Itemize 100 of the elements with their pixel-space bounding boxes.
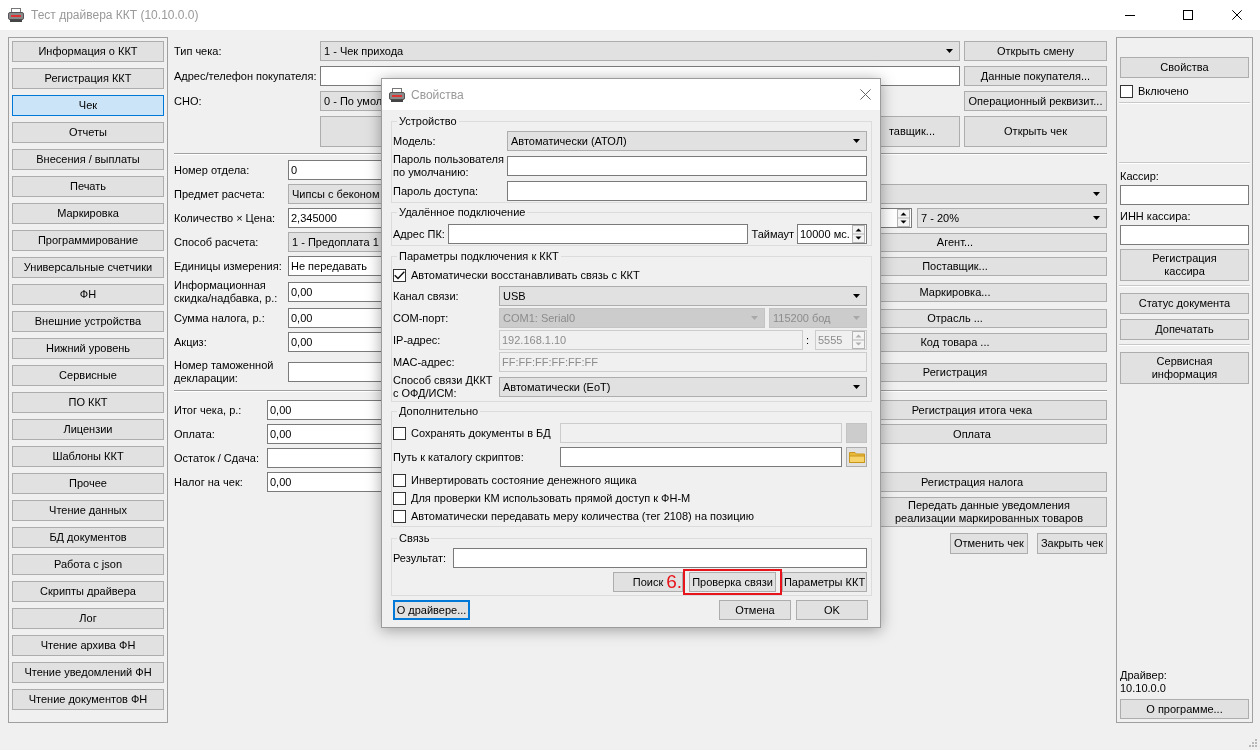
checkbox-label: Автоматически передавать меру количества (тег 2108) на позицию: [411, 509, 754, 523]
field-label: Пароль пользователя по умолчанию:: [393, 153, 505, 179]
field-label: Канал связи:: [393, 289, 460, 303]
checkbox[interactable]: [393, 268, 406, 282]
sidebar-item[interactable]: Нижний уровень: [12, 338, 164, 359]
action-button[interactable]: Допечатать: [1120, 319, 1249, 340]
checkbox[interactable]: [393, 473, 406, 487]
field-label: Кассир:: [1120, 170, 1160, 183]
input-field[interactable]: [453, 548, 867, 568]
driver-label: Драйвер:: [1120, 669, 1168, 682]
checkbox-label: Инвертировать состояние денежного ящика: [411, 473, 637, 487]
sidebar-item[interactable]: Печать: [12, 176, 164, 197]
dropdown-arrow-icon: [751, 316, 758, 320]
checkbox-label: Для проверки КМ использовать прямой доступ к ФН-М: [411, 491, 691, 505]
spin-arrows-icon[interactable]: [897, 209, 910, 227]
sidebar-item[interactable]: Прочее: [12, 473, 164, 494]
group-title: Удалённое подключение: [397, 205, 528, 219]
action-button[interactable]: Операционный реквизит...: [964, 91, 1107, 111]
input-field[interactable]: [507, 156, 867, 176]
sidebar-item[interactable]: Внешние устройства: [12, 311, 164, 332]
action-button[interactable]: Сервисная информация: [1120, 352, 1249, 384]
action-button[interactable]: Проверка связи: [689, 572, 776, 592]
close-icon[interactable]: [1232, 10, 1242, 20]
resize-grip-icon[interactable]: [1249, 739, 1257, 747]
checkbox[interactable]: [1120, 84, 1133, 98]
sidebar-item[interactable]: Программирование: [12, 230, 164, 251]
group-title: Связь: [397, 531, 432, 545]
field-label: ИНН кассира:: [1120, 210, 1192, 223]
sidebar-item[interactable]: Чтение архива ФН: [12, 635, 164, 656]
dropdown-arrow-icon: [1093, 192, 1100, 196]
action-button[interactable]: Открыть чек: [964, 116, 1107, 147]
action-button[interactable]: Регистрация кассира: [1120, 249, 1249, 281]
sidebar-item[interactable]: ПО ККТ: [12, 392, 164, 413]
dropdown[interactable]: Автоматически (EoT): [499, 377, 867, 397]
group-title: Дополнительно: [397, 404, 481, 418]
field-label: Сумма налога, р.:: [174, 311, 266, 325]
step-number: 6.: [666, 572, 682, 592]
about-button[interactable]: О программе...: [1120, 699, 1249, 719]
sidebar-item[interactable]: Работа с json: [12, 554, 164, 575]
check-icon: [394, 270, 405, 280]
action-button[interactable]: Данные покупателя...: [964, 66, 1107, 86]
sidebar-item[interactable]: Чек: [12, 95, 164, 116]
field-label: IP-адрес:: [393, 333, 442, 347]
dropdown-arrow-icon: [853, 316, 860, 320]
spin-field[interactable]: 10000 мс.: [797, 224, 867, 244]
driver-version: 10.10.0.0: [1120, 682, 1167, 695]
input-field[interactable]: [1120, 185, 1249, 205]
sidebar-item[interactable]: Скрипты драйвера: [12, 581, 164, 602]
field-label: Номер отдела:: [174, 163, 251, 177]
sidebar-item[interactable]: Отчеты: [12, 122, 164, 143]
action-button[interactable]: Отмена: [719, 600, 791, 620]
printer-icon: [389, 87, 405, 102]
action-button[interactable]: OK: [796, 600, 868, 620]
sidebar-item[interactable]: Чтение уведомлений ФН: [12, 662, 164, 683]
input-field[interactable]: [560, 447, 842, 467]
action-button[interactable]: Открыть смену: [964, 41, 1107, 61]
dropdown[interactable]: 1 - Чек прихода: [320, 41, 960, 61]
separator-text: :: [805, 333, 809, 347]
minimize-icon[interactable]: [1125, 14, 1135, 16]
sidebar-item[interactable]: Внесения / выплаты: [12, 149, 164, 170]
maximize-icon[interactable]: [1183, 10, 1193, 20]
group-title: Устройство: [397, 114, 459, 128]
sidebar-item[interactable]: Информация о ККТ: [12, 41, 164, 62]
field-label: COM-порт:: [393, 311, 450, 325]
action-button[interactable]: Статус документа: [1120, 293, 1249, 314]
sidebar-item[interactable]: Маркировка: [12, 203, 164, 224]
dropdown[interactable]: 7 - 20%: [917, 208, 1107, 228]
spin-arrows-icon[interactable]: [852, 225, 865, 243]
action-button[interactable]: Параметры ККТ: [782, 572, 867, 592]
field-label: Количество × Цена:: [174, 211, 277, 225]
sidebar-item[interactable]: Регистрация ККТ: [12, 68, 164, 89]
field-label: Налог на чек:: [174, 475, 244, 489]
sidebar-item[interactable]: Шаблоны ККТ: [12, 446, 164, 467]
sidebar-item[interactable]: БД документов: [12, 527, 164, 548]
checkbox[interactable]: [393, 509, 406, 523]
dropdown-arrow-icon: [946, 49, 953, 53]
action-button[interactable]: О драйвере...: [393, 600, 470, 620]
properties-button[interactable]: Свойства: [1120, 57, 1249, 78]
input-field[interactable]: [1120, 225, 1249, 245]
dropdown[interactable]: Автоматически (АТОЛ): [507, 131, 867, 151]
action-button[interactable]: Отменить чек: [949, 533, 1028, 554]
checkbox-label: Включено: [1138, 84, 1189, 98]
field-label: Модель:: [393, 134, 437, 148]
input-field[interactable]: [448, 224, 749, 244]
input-field[interactable]: [507, 181, 867, 201]
field-label: Предмет расчета:: [174, 187, 266, 201]
field-label: Итог чека, р.:: [174, 403, 243, 417]
field-label: Единицы измерения:: [174, 259, 283, 273]
field-label: Таймаут: [751, 227, 794, 241]
sidebar-item[interactable]: ФН: [12, 284, 164, 305]
sidebar-item[interactable]: Универсальные счетчики: [12, 257, 164, 278]
sidebar-item[interactable]: Чтение данных: [12, 500, 164, 521]
sidebar-item[interactable]: Лицензии: [12, 419, 164, 440]
sidebar-item[interactable]: Сервисные: [12, 365, 164, 386]
checkbox[interactable]: [393, 491, 406, 505]
dropdown[interactable]: USB: [499, 286, 867, 306]
field-label: Пароль доступа:: [393, 184, 480, 198]
sidebar-item[interactable]: Лог: [12, 608, 164, 629]
action-button[interactable]: Закрыть чек: [1036, 533, 1107, 554]
sidebar-item[interactable]: Чтение документов ФН: [12, 689, 164, 710]
